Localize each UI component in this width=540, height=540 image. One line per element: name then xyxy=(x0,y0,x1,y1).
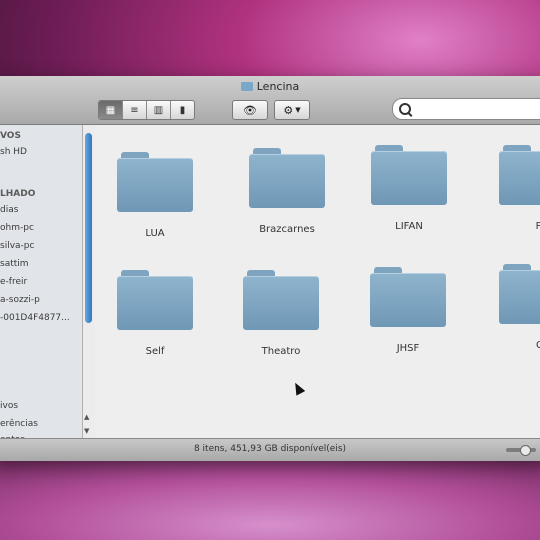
eye-icon: 👁 xyxy=(243,103,257,117)
folder-icon xyxy=(240,82,253,91)
slider-knob[interactable] xyxy=(520,445,531,456)
folder-icon-body xyxy=(499,151,540,205)
sidebar-item-shared-1[interactable]: dias xyxy=(0,205,18,215)
columns-icon: ▥ xyxy=(153,104,164,116)
action-menu-button[interactable]: ⚙ ▼ xyxy=(274,100,310,120)
scroll-down-icon[interactable]: ▼ xyxy=(84,427,89,435)
sidebar-item-files[interactable]: ivos xyxy=(0,401,18,411)
folder-label: LUA xyxy=(145,228,165,239)
quick-look-button[interactable]: 👁 xyxy=(232,100,268,120)
sidebar-heading-shared: LHADO xyxy=(0,189,36,199)
folder-label: Theatro xyxy=(261,346,301,357)
folder-label: JHSF xyxy=(396,343,420,354)
icon-view-button[interactable]: ▦ xyxy=(99,101,123,119)
folder-label: Self xyxy=(145,346,165,357)
folder-grid: LUA Brazcarnes LIFAN PM Self Theatro JHS… xyxy=(95,125,540,439)
window-title: Lencina xyxy=(0,80,540,93)
folder-icon-body xyxy=(117,158,193,212)
finder-window: Lencina ▦ ≡ ▥ ▮ 👁 ⚙ ▼ VOS sh HD LHADO dia… xyxy=(0,76,540,461)
sidebar-item-shared-6[interactable]: a-sozzi-p xyxy=(0,295,40,305)
icon-size-slider[interactable] xyxy=(506,445,536,456)
sidebar-item-hd[interactable]: sh HD xyxy=(0,147,27,157)
folder-icon-body xyxy=(117,276,193,330)
folder-icon-body xyxy=(499,270,540,324)
sidebar-item-shared-4[interactable]: sattim xyxy=(0,259,29,269)
toolbar: Lencina ▦ ≡ ▥ ▮ 👁 ⚙ ▼ xyxy=(0,76,540,125)
search-field[interactable] xyxy=(392,98,540,120)
sidebar-item-shared-5[interactable]: e-freir xyxy=(0,277,27,287)
column-view-button[interactable]: ▥ xyxy=(147,101,171,119)
status-text: 8 itens, 451,93 GB disponível(eis) xyxy=(193,444,347,454)
folder-label: PM xyxy=(535,221,540,232)
folder-label: Brazcarnes xyxy=(259,224,315,235)
list-icon: ≡ xyxy=(130,104,139,116)
desktop-wallpaper xyxy=(0,455,540,540)
sidebar: VOS sh HD LHADO dias ohm-pc silva-pc sat… xyxy=(0,125,83,439)
grid-icon: ▦ xyxy=(105,104,116,116)
window-title-text: Lencina xyxy=(256,80,300,93)
gear-icon: ⚙ xyxy=(283,103,294,117)
status-bar: 8 itens, 451,93 GB disponível(eis) xyxy=(0,438,540,461)
sidebar-item-shared-7[interactable]: -001D4F4877... xyxy=(0,313,70,323)
sidebar-item-shared-2[interactable]: ohm-pc xyxy=(0,223,34,233)
cover-flow-icon: ▮ xyxy=(179,104,186,116)
view-switcher: ▦ ≡ ▥ ▮ xyxy=(98,100,195,120)
sidebar-heading-devices: VOS xyxy=(0,131,21,141)
sidebar-item-preferences[interactable]: erências xyxy=(0,419,38,429)
folder-label: GE xyxy=(535,340,540,351)
folder-icon-body xyxy=(249,154,325,208)
cover-flow-button[interactable]: ▮ xyxy=(171,101,194,119)
folder-icon-body xyxy=(243,276,319,330)
search-icon xyxy=(399,103,411,115)
scrollbar-thumb[interactable] xyxy=(85,133,92,323)
list-view-button[interactable]: ≡ xyxy=(123,101,147,119)
chevron-down-icon: ▼ xyxy=(295,106,301,114)
sidebar-item-shared-3[interactable]: silva-pc xyxy=(0,241,34,251)
folder-icon-body xyxy=(370,273,446,327)
folder-icon-body xyxy=(371,151,447,205)
scroll-up-icon[interactable]: ▲ xyxy=(84,413,89,421)
sidebar-scrollbar[interactable]: ▲ ▼ xyxy=(82,125,95,439)
folder-label: LIFAN xyxy=(395,221,423,232)
